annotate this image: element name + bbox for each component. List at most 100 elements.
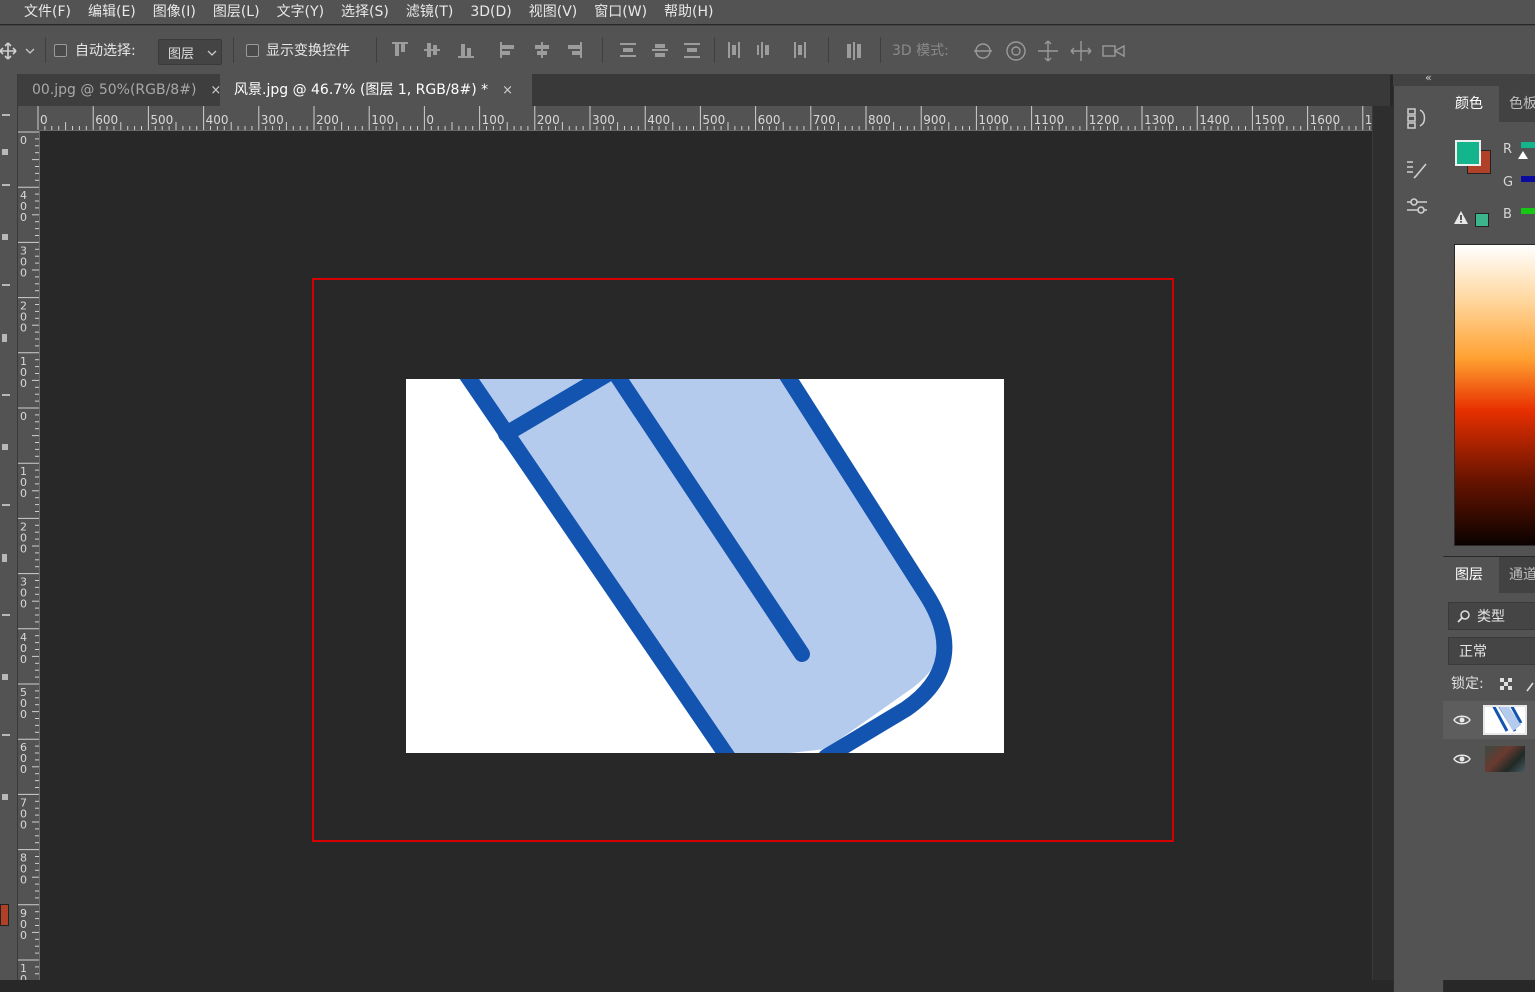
- auto-select-label: 自动选择:: [75, 43, 136, 59]
- menu-help[interactable]: 帮助(H): [656, 1, 722, 23]
- menu-layer[interactable]: 图层(L): [205, 1, 269, 23]
- ruler-label: 0: [20, 322, 27, 335]
- menu-edit[interactable]: 编辑(E): [80, 1, 145, 23]
- auto-select-checkbox[interactable]: [54, 44, 67, 57]
- ruler-label: 0: [20, 542, 27, 555]
- ruler-ticks: 0 600 500 400 300 200 100 0 100 200 300 400 500 600 70…: [37, 106, 1372, 130]
- layers-panel-tabs: 图层 通道: [1443, 557, 1535, 593]
- collapse-icon[interactable]: «: [1425, 71, 1432, 84]
- layer-row-background[interactable]: [1443, 740, 1535, 778]
- tab-swatches[interactable]: 色板: [1509, 86, 1535, 122]
- ruler-label: 0: [20, 487, 27, 500]
- ruler-label: 500: [702, 113, 725, 127]
- horizontal-ruler: 0 600 500 400 300 200 100 0 100 200 300 400 500 600 70…: [18, 106, 1372, 131]
- ruler-label: 1600: [1310, 113, 1341, 127]
- layers-panel: 图层 通道 类型 正常 锁定:: [1443, 557, 1535, 980]
- layer-thumbnail: [1483, 705, 1527, 735]
- b-slider[interactable]: [1521, 208, 1535, 214]
- channel-g-label: G: [1503, 175, 1514, 190]
- eye-icon[interactable]: [1453, 714, 1471, 726]
- history-icon[interactable]: [1404, 104, 1432, 234]
- move-tool-icon[interactable]: [0, 42, 40, 60]
- ruler-label: 1300: [1144, 113, 1175, 127]
- menu-image[interactable]: 图像(I): [145, 1, 205, 23]
- menu-file[interactable]: 文件(F): [0, 1, 80, 23]
- tab-color[interactable]: 颜色: [1443, 86, 1499, 122]
- r-slider[interactable]: [1521, 142, 1535, 148]
- ruler-label: 1000: [978, 113, 1009, 127]
- menu-window[interactable]: 窗口(W): [586, 1, 656, 23]
- ruler-label: 0: [20, 598, 27, 611]
- tab-00-jpg[interactable]: 00.jpg @ 50%(RGB/8#) ×: [18, 74, 232, 106]
- menu-select[interactable]: 选择(S): [333, 1, 398, 23]
- menu-filter[interactable]: 滤镜(T): [398, 1, 462, 23]
- separator: [880, 37, 881, 63]
- ruler-label: 1200: [1089, 113, 1120, 127]
- auto-select-value: 图层: [168, 47, 195, 62]
- auto-select-dropdown[interactable]: 图层: [158, 39, 222, 65]
- ruler-label: 200: [537, 113, 560, 127]
- document-tab-bar: 00.jpg @ 50%(RGB/8#) × 风景.jpg @ 46.7% (图层…: [18, 74, 1390, 106]
- chevron-down-icon: [207, 50, 217, 56]
- menu-type[interactable]: 文字(Y): [269, 1, 333, 23]
- menu-bar: 文件(F) 编辑(E) 图像(I) 图层(L) 文字(Y) 选择(S) 滤镜(T…: [0, 0, 1535, 24]
- separator: [376, 37, 377, 63]
- ruler-label: 0: [20, 973, 27, 980]
- filter-type-label: 类型: [1477, 609, 1505, 625]
- show-transform-checkbox[interactable]: [246, 44, 259, 57]
- layer-filter[interactable]: 类型: [1448, 602, 1535, 630]
- color-panel-tabs: 颜色 色板: [1443, 86, 1535, 122]
- ruler-label: 0: [20, 266, 27, 279]
- ruler-label: 400: [647, 113, 670, 127]
- canvas-scrollbar[interactable]: [1372, 106, 1393, 980]
- 3d-mode-label: 3D 模式:: [892, 43, 949, 59]
- ruler-label: 900: [923, 113, 946, 127]
- tab-channels[interactable]: 通道: [1509, 557, 1535, 593]
- 3d-mode-icons[interactable]: [970, 38, 1130, 64]
- tab-fengjing-jpg[interactable]: 风景.jpg @ 46.7% (图层 1, RGB/8#) * ×: [220, 74, 532, 106]
- ruler-label: 0: [20, 763, 27, 776]
- distribute-spacing-icon[interactable]: [846, 41, 864, 61]
- separator: [602, 37, 603, 63]
- tab-label: 00.jpg @ 50%(RGB/8#): [32, 82, 197, 98]
- ruler-ticks: 0400300200100010020030040050060070080090…: [18, 131, 39, 980]
- menu-view[interactable]: 视图(V): [521, 1, 587, 23]
- ruler-label: 200: [316, 113, 339, 127]
- document-canvas[interactable]: [406, 379, 1004, 753]
- warning-icon[interactable]: [1453, 210, 1469, 225]
- ruler-label: 0: [20, 134, 27, 147]
- ruler-label: 0: [20, 377, 27, 390]
- blend-mode-dropdown[interactable]: 正常: [1448, 637, 1535, 665]
- search-icon: [1457, 610, 1470, 623]
- panel-collapse-bar: «: [1393, 71, 1535, 86]
- ruler-label: 300: [592, 113, 615, 127]
- lock-transparency-icon[interactable]: [1499, 677, 1535, 693]
- color-spectrum[interactable]: [1454, 244, 1535, 546]
- ruler-label: 0: [20, 653, 27, 666]
- layer-row-layer1[interactable]: [1443, 701, 1535, 739]
- eye-icon[interactable]: [1453, 753, 1471, 765]
- ruler-label: 500: [150, 113, 173, 127]
- ruler-label: 1100: [1034, 113, 1065, 127]
- separator: [45, 37, 46, 63]
- align-distribute-icons: [392, 42, 806, 58]
- background-color-swatch[interactable]: [0, 904, 9, 926]
- ruler-label: 100: [371, 113, 394, 127]
- channel-b-label: B: [1503, 207, 1512, 222]
- menu-3d[interactable]: 3D(D): [462, 1, 520, 23]
- paperclip-graphic: [459, 379, 953, 753]
- ruler-label: 0: [20, 708, 27, 721]
- color-panel: 颜色 色板 R G B: [1443, 86, 1535, 556]
- ruler-label: 400: [206, 113, 229, 127]
- gamut-swatch[interactable]: [1475, 213, 1489, 227]
- lock-label: 锁定:: [1451, 676, 1484, 692]
- background-layer-thumbnail: [1485, 746, 1525, 772]
- g-slider[interactable]: [1521, 176, 1535, 182]
- r-slider-handle-icon[interactable]: [1517, 150, 1529, 160]
- foreground-color-swatch[interactable]: [1455, 140, 1481, 166]
- close-icon[interactable]: ×: [502, 83, 513, 98]
- tool-icons[interactable]: [0, 104, 17, 944]
- ruler-label: 0: [20, 874, 27, 887]
- tab-layers[interactable]: 图层: [1443, 557, 1499, 593]
- ruler-label: 0: [40, 113, 48, 127]
